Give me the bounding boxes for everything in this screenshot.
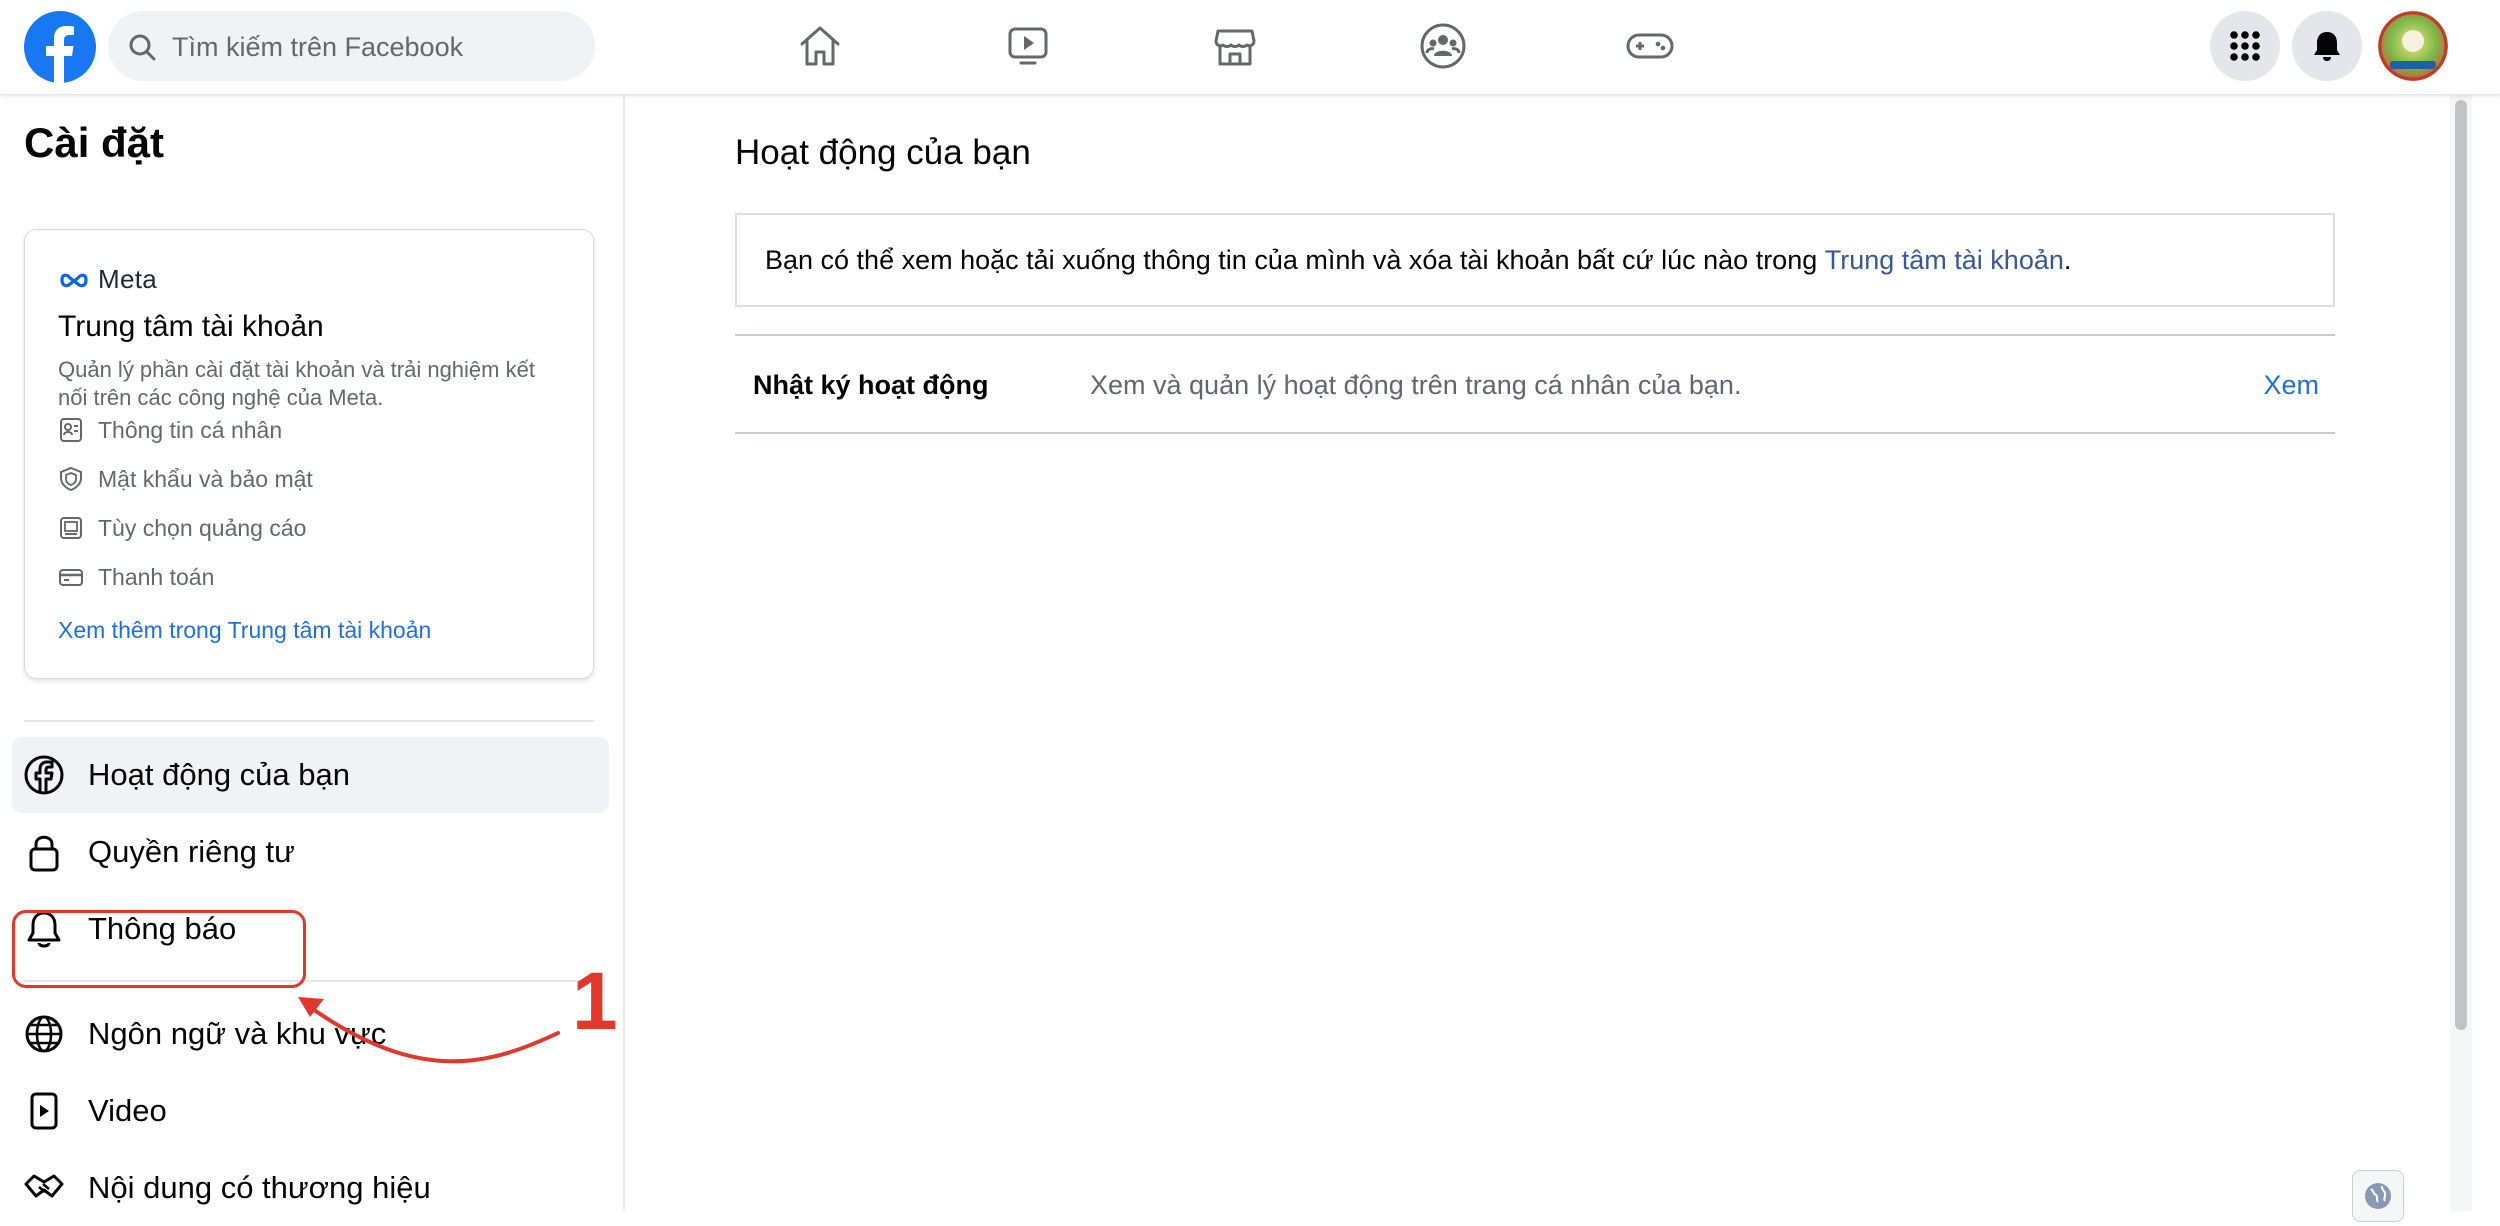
- accounts-center-more-link[interactable]: Xem thêm trong Trung tâm tài khoản: [58, 617, 431, 644]
- settings-sidebar: Cài đặt Meta Trung tâm tài khoản Quản lý…: [0, 95, 625, 1211]
- nav-groups-button[interactable]: [1378, 13, 1508, 79]
- shield-icon: [58, 466, 84, 492]
- sidebar-item-label: Hoạt động của bạn: [88, 757, 350, 792]
- nav-marketplace-button[interactable]: [1170, 13, 1300, 79]
- groups-icon: [1419, 22, 1467, 70]
- meta-item-personal-info[interactable]: Thông tin cá nhân: [58, 413, 282, 447]
- notifications-button[interactable]: [2292, 11, 2362, 81]
- sidebar-item-video[interactable]: Video: [12, 1073, 609, 1149]
- info-text: Bạn có thể xem hoặc tải xuống thông tin …: [765, 244, 1825, 275]
- language-globe-button[interactable]: [2352, 1170, 2404, 1222]
- info-box: Bạn có thể xem hoặc tải xuống thông tin …: [735, 213, 2335, 307]
- page-title: Hoạt động của bạn: [735, 133, 1031, 172]
- globe-icon: [2363, 1181, 2393, 1211]
- sidebar-item-branded-content[interactable]: Nội dung có thương hiệu: [12, 1150, 609, 1226]
- meta-logo: Meta: [58, 264, 157, 295]
- credit-card-icon: [58, 564, 84, 590]
- info-suffix: .: [2063, 244, 2072, 275]
- accounts-center-title: Trung tâm tài khoản: [58, 310, 324, 343]
- sidebar-item-privacy[interactable]: Quyền riêng tư: [12, 814, 609, 890]
- handshake-icon: [24, 1168, 64, 1208]
- ad-display-icon: [58, 515, 84, 541]
- activity-log-row[interactable]: Nhật ký hoạt động Xem và quản lý hoạt độ…: [735, 334, 2335, 434]
- facebook-circle-icon: [24, 755, 64, 795]
- activity-log-view-link[interactable]: Xem: [2263, 370, 2319, 401]
- menu-button[interactable]: [2210, 11, 2280, 81]
- search-input[interactable]: [170, 11, 584, 83]
- meta-item-payments[interactable]: Thanh toán: [58, 560, 214, 594]
- search-box[interactable]: [108, 11, 595, 83]
- annotation-arrow: [298, 997, 560, 1064]
- meta-item-password-security[interactable]: Mật khẩu và bảo mật: [58, 462, 313, 496]
- meta-brand-text: Meta: [98, 264, 158, 294]
- accounts-center-card[interactable]: Meta Trung tâm tài khoản Quản lý phần cà…: [24, 229, 594, 679]
- sidebar-item-label: Video: [88, 1093, 167, 1128]
- annotation-number: 1: [572, 956, 618, 1047]
- meta-item-label: Mật khẩu và bảo mật: [98, 465, 313, 492]
- gaming-icon: [1625, 23, 1675, 69]
- main-content: Hoạt động của bạn Bạn có thể xem hoặc tả…: [625, 95, 2450, 1211]
- lock-icon: [24, 832, 64, 872]
- marketplace-icon: [1212, 23, 1258, 69]
- meta-infinity-icon: [58, 271, 90, 289]
- sidebar-item-label: Nội dung có thương hiệu: [88, 1170, 431, 1205]
- sidebar-divider: [24, 720, 594, 722]
- menu-grid-icon: [2229, 30, 2261, 62]
- activity-log-label: Nhật ký hoạt động: [753, 370, 989, 400]
- watch-icon: [1005, 23, 1051, 69]
- sidebar-item-your-activity[interactable]: Hoạt động của bạn: [12, 737, 609, 813]
- accounts-center-link[interactable]: Trung tâm tài khoản: [1825, 245, 2064, 276]
- home-icon: [797, 23, 843, 69]
- accounts-center-description: Quản lý phần cài đặt tài khoản và trải n…: [58, 357, 535, 410]
- video-icon: [24, 1091, 64, 1131]
- avatar[interactable]: [2378, 11, 2448, 81]
- sidebar-title: Cài đặt: [24, 119, 165, 166]
- meta-item-label: Tùy chọn quảng cáo: [98, 514, 307, 541]
- meta-item-label: Thông tin cá nhân: [98, 416, 283, 443]
- globe-icon: [24, 1014, 64, 1054]
- sidebar-item-label: Quyền riêng tư: [88, 834, 295, 869]
- activity-log-description: Xem và quản lý hoạt động trên trang cá n…: [1090, 370, 1742, 400]
- nav-watch-button[interactable]: [963, 13, 1093, 79]
- top-navigation-bar: [0, 0, 2500, 95]
- facebook-logo-icon[interactable]: [24, 11, 96, 83]
- nav-gaming-button[interactable]: [1585, 13, 1715, 79]
- notifications-bell-icon: [2312, 30, 2342, 62]
- annotation-highlight-box: [12, 910, 306, 988]
- search-icon: [128, 33, 156, 61]
- meta-item-ad-preferences[interactable]: Tùy chọn quảng cáo: [58, 511, 306, 545]
- window-edge: [2472, 0, 2500, 1211]
- scrollbar-thumb[interactable]: [2455, 100, 2467, 1030]
- nav-home-button[interactable]: [755, 13, 885, 79]
- id-card-icon: [58, 417, 84, 443]
- meta-item-label: Thanh toán: [98, 563, 215, 590]
